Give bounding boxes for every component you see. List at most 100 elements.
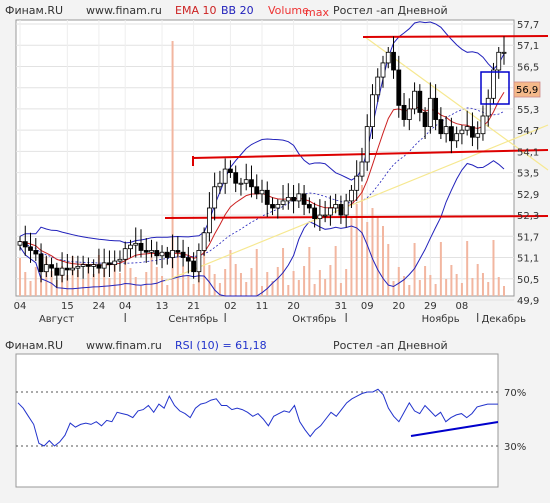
volume-bar (429, 275, 432, 296)
volume-bar (108, 278, 111, 296)
volume-bar (24, 272, 27, 296)
y-tick-label: 51,7 (517, 232, 539, 243)
x-tick-label: 31 (335, 301, 348, 312)
volume-bar (176, 252, 179, 296)
volume-bar (303, 266, 306, 296)
volume-bar (424, 266, 427, 296)
x-tick-label: 11 (256, 301, 269, 312)
y-tick-label: 56,5 (517, 62, 539, 73)
volume-bar (392, 281, 395, 296)
volume-bar (129, 268, 132, 296)
volume-bar (376, 217, 379, 296)
rsi-panel: Финам.RU www.finam.ru RSI (10) = 61,18 Р… (5, 339, 526, 488)
volume-bar (397, 267, 400, 296)
rsi-level-30-label: 30% (504, 442, 526, 453)
month-label: Сентябрь (168, 314, 218, 325)
y-tick-label: 55,3 (517, 105, 539, 116)
rsi-legend-label: RSI (10) = 61,18 (175, 339, 267, 352)
volume-bar (261, 286, 263, 296)
main-chart-title: Ростел -ап Дневной (333, 4, 448, 17)
volume-bar (308, 247, 311, 296)
rsi-source-label: Финам.RU (5, 339, 63, 352)
volume-bar (481, 273, 484, 296)
chart-svg: Финам.RU www.finam.ru EMA 10 BB 20 Volum… (5, 4, 549, 488)
chart-root: Финам.RU www.finam.ru EMA 10 BB 20 Volum… (0, 0, 550, 499)
volume-bar (324, 279, 327, 296)
volume-bar (208, 265, 211, 296)
max-legend-label: max (305, 6, 329, 19)
volume-bar (229, 250, 232, 296)
volume-bar (476, 264, 479, 296)
volume-bar (471, 278, 474, 296)
x-tick-label: 20 (392, 301, 405, 312)
x-tick-label: 24 (93, 301, 106, 312)
volume-bar (387, 244, 390, 296)
volume-bar (408, 285, 411, 296)
x-tick-label: 02 (224, 301, 237, 312)
y-tick-label: 52,9 (517, 190, 539, 201)
y-tick-label: 54,1 (517, 147, 539, 158)
month-label: Август (39, 314, 74, 325)
volume-bar (371, 208, 374, 296)
volume-bar (34, 267, 37, 296)
volume-bar (155, 267, 158, 296)
volume-bar (140, 286, 142, 296)
volume-bar (297, 280, 300, 296)
volume-bar (182, 266, 185, 296)
volume-bar (345, 269, 348, 296)
volume-bar (366, 222, 369, 296)
volume-bar (455, 274, 458, 296)
volume-bar (92, 274, 95, 296)
y-tick-label: 52,3 (517, 211, 539, 222)
bb-legend-label: BB 20 (221, 4, 254, 17)
volume-legend-label: Volume (268, 4, 309, 17)
x-tick-label: 08 (456, 301, 469, 312)
y-axis-ticks: 57,757,156,555,955,354,754,153,552,952,3… (517, 20, 539, 307)
rsi-plot-area (15, 353, 499, 488)
volume-bar (239, 273, 242, 296)
volume-bar (213, 274, 216, 296)
current-price-label: 56,9 (516, 85, 538, 96)
main-site-label: www.finam.ru (86, 4, 162, 17)
volume-bar (334, 246, 337, 296)
x-tick-label: 20 (287, 301, 300, 312)
volume-bar (150, 253, 153, 296)
volume-bar (503, 286, 505, 296)
volume-bar (255, 249, 258, 296)
volume-bar (497, 277, 500, 296)
month-labels: Август Сентябрь Октябрь Ноябрь Декабрь (39, 313, 526, 325)
ema-legend-label: EMA 10 (175, 4, 216, 17)
volume-bar (466, 241, 469, 296)
volume-bar (192, 284, 195, 296)
volume-bar (19, 258, 21, 296)
volume-bar (418, 280, 421, 296)
main-source-label: Финам.RU (5, 4, 63, 17)
volume-bar (350, 218, 353, 296)
volume-bar (382, 226, 384, 296)
volume-bar (292, 271, 295, 296)
y-tick-label: 49,9 (517, 296, 539, 307)
volume-bar (161, 276, 164, 296)
volume-bar (250, 268, 253, 296)
volume-bar (434, 284, 437, 296)
x-axis-ticks: 04 15 24 04 13 21 02 11 20 31 09 20 29 08 (14, 301, 469, 312)
volume-bar (203, 251, 206, 296)
x-tick-label: 15 (61, 301, 74, 312)
y-tick-label: 54,7 (517, 126, 539, 137)
main-plot-area (15, 19, 515, 297)
volume-bar (166, 285, 169, 296)
volume-bar (245, 282, 248, 296)
volume-bar (450, 265, 453, 296)
volume-bar (329, 265, 332, 296)
volume-bar (234, 264, 237, 296)
x-tick-label: 13 (156, 301, 169, 312)
volume-bar (492, 240, 495, 296)
month-label: Ноябрь (422, 314, 460, 325)
volume-bar (318, 270, 321, 296)
rsi-chart-title: Ростел -ап Дневной (333, 339, 448, 352)
volume-bar (313, 284, 316, 296)
rsi-site-label: www.finam.ru (86, 339, 162, 352)
main-chart-panel: Финам.RU www.finam.ru EMA 10 BB 20 Volum… (5, 4, 549, 325)
y-tick-label: 57,1 (517, 41, 539, 52)
volume-bar (445, 279, 448, 296)
